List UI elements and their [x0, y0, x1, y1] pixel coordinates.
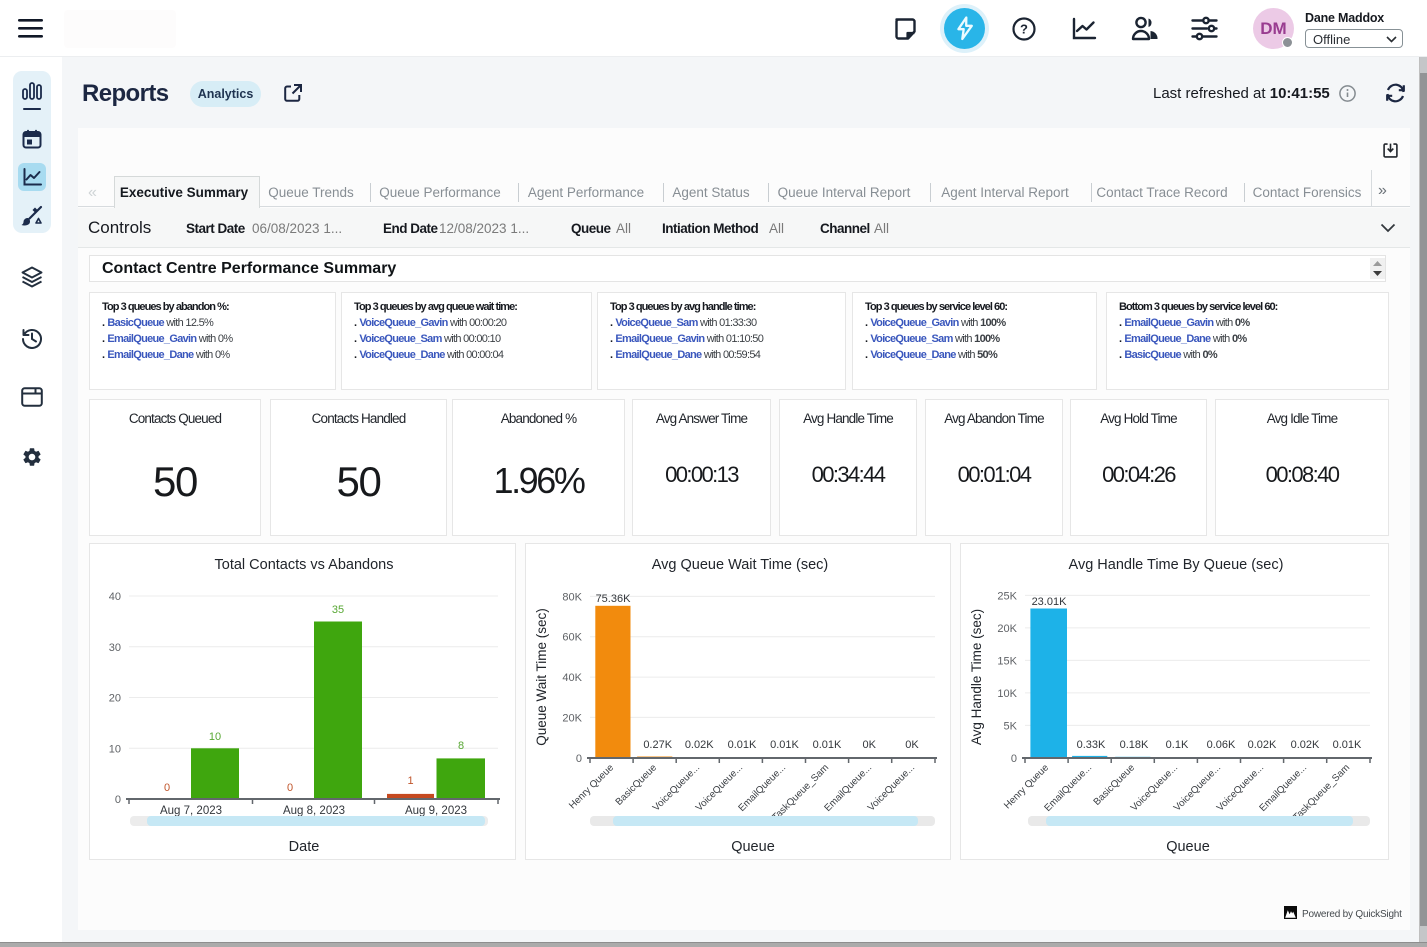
svg-text:0.06K: 0.06K [1207, 739, 1236, 751]
svg-text:Queue Wait Time (sec): Queue Wait Time (sec) [534, 608, 549, 746]
svg-text:Queue: Queue [1166, 839, 1210, 855]
svg-text:0.1K: 0.1K [1166, 739, 1189, 751]
svg-text:Avg Handle Time (sec): Avg Handle Time (sec) [969, 609, 984, 745]
svg-text:0.02K: 0.02K [1291, 739, 1320, 751]
svg-text:0.18K: 0.18K [1120, 739, 1149, 751]
svg-text:0.01K: 0.01K [813, 739, 842, 751]
svg-text:Henry Queue: Henry Queue [567, 762, 616, 811]
svg-text:0: 0 [1011, 753, 1017, 765]
svg-text:30: 30 [109, 642, 121, 654]
svg-text:Aug 9, 2023: Aug 9, 2023 [405, 805, 467, 817]
svg-text:10: 10 [109, 743, 121, 755]
svg-text:80K: 80K [562, 591, 582, 603]
svg-text:0.27K: 0.27K [643, 739, 672, 751]
svg-text:0.01K: 0.01K [1333, 739, 1362, 751]
svg-text:23.01K: 23.01K [1032, 596, 1068, 608]
svg-text:8: 8 [458, 740, 464, 752]
svg-text:0.02K: 0.02K [685, 739, 714, 751]
svg-text:Avg Queue Wait Time (sec): Avg Queue Wait Time (sec) [652, 557, 828, 573]
svg-text:40K: 40K [562, 672, 582, 684]
svg-text:20K: 20K [997, 623, 1017, 635]
svg-text:0K: 0K [905, 739, 919, 751]
svg-text:0: 0 [115, 794, 121, 806]
svg-text:0: 0 [164, 782, 170, 794]
svg-text:0: 0 [576, 753, 582, 765]
svg-text:Aug 7, 2023: Aug 7, 2023 [160, 805, 222, 817]
svg-text:0.01K: 0.01K [728, 739, 757, 751]
svg-text:60K: 60K [562, 632, 582, 644]
svg-text:10: 10 [209, 731, 221, 743]
svg-text:Total Contacts vs Abandons: Total Contacts vs Abandons [215, 557, 394, 573]
svg-text:15K: 15K [997, 655, 1017, 667]
svg-text:Date: Date [289, 839, 320, 855]
svg-text:Queue: Queue [731, 839, 775, 855]
svg-text:75.36K: 75.36K [596, 593, 632, 605]
svg-text:?: ? [1020, 22, 1028, 37]
svg-text:20K: 20K [562, 712, 582, 724]
svg-text:40: 40 [109, 591, 121, 603]
svg-text:35: 35 [332, 604, 344, 616]
svg-text:Avg Handle Time By Queue (sec): Avg Handle Time By Queue (sec) [1069, 557, 1284, 573]
svg-text:0.33K: 0.33K [1077, 739, 1106, 751]
svg-text:10K: 10K [997, 688, 1017, 700]
svg-text:Aug 8, 2023: Aug 8, 2023 [283, 805, 345, 817]
svg-text:25K: 25K [997, 590, 1017, 602]
svg-text:0.01K: 0.01K [770, 739, 799, 751]
svg-text:BasicQueue: BasicQueue [1092, 762, 1138, 808]
svg-text:20: 20 [109, 693, 121, 705]
svg-text:0: 0 [287, 782, 293, 794]
svg-text:5K: 5K [1004, 720, 1018, 732]
svg-text:1: 1 [407, 775, 413, 787]
svg-text:0K: 0K [862, 739, 876, 751]
svg-text:0.02K: 0.02K [1248, 739, 1277, 751]
svg-text:BasicQueue: BasicQueue [614, 762, 660, 808]
